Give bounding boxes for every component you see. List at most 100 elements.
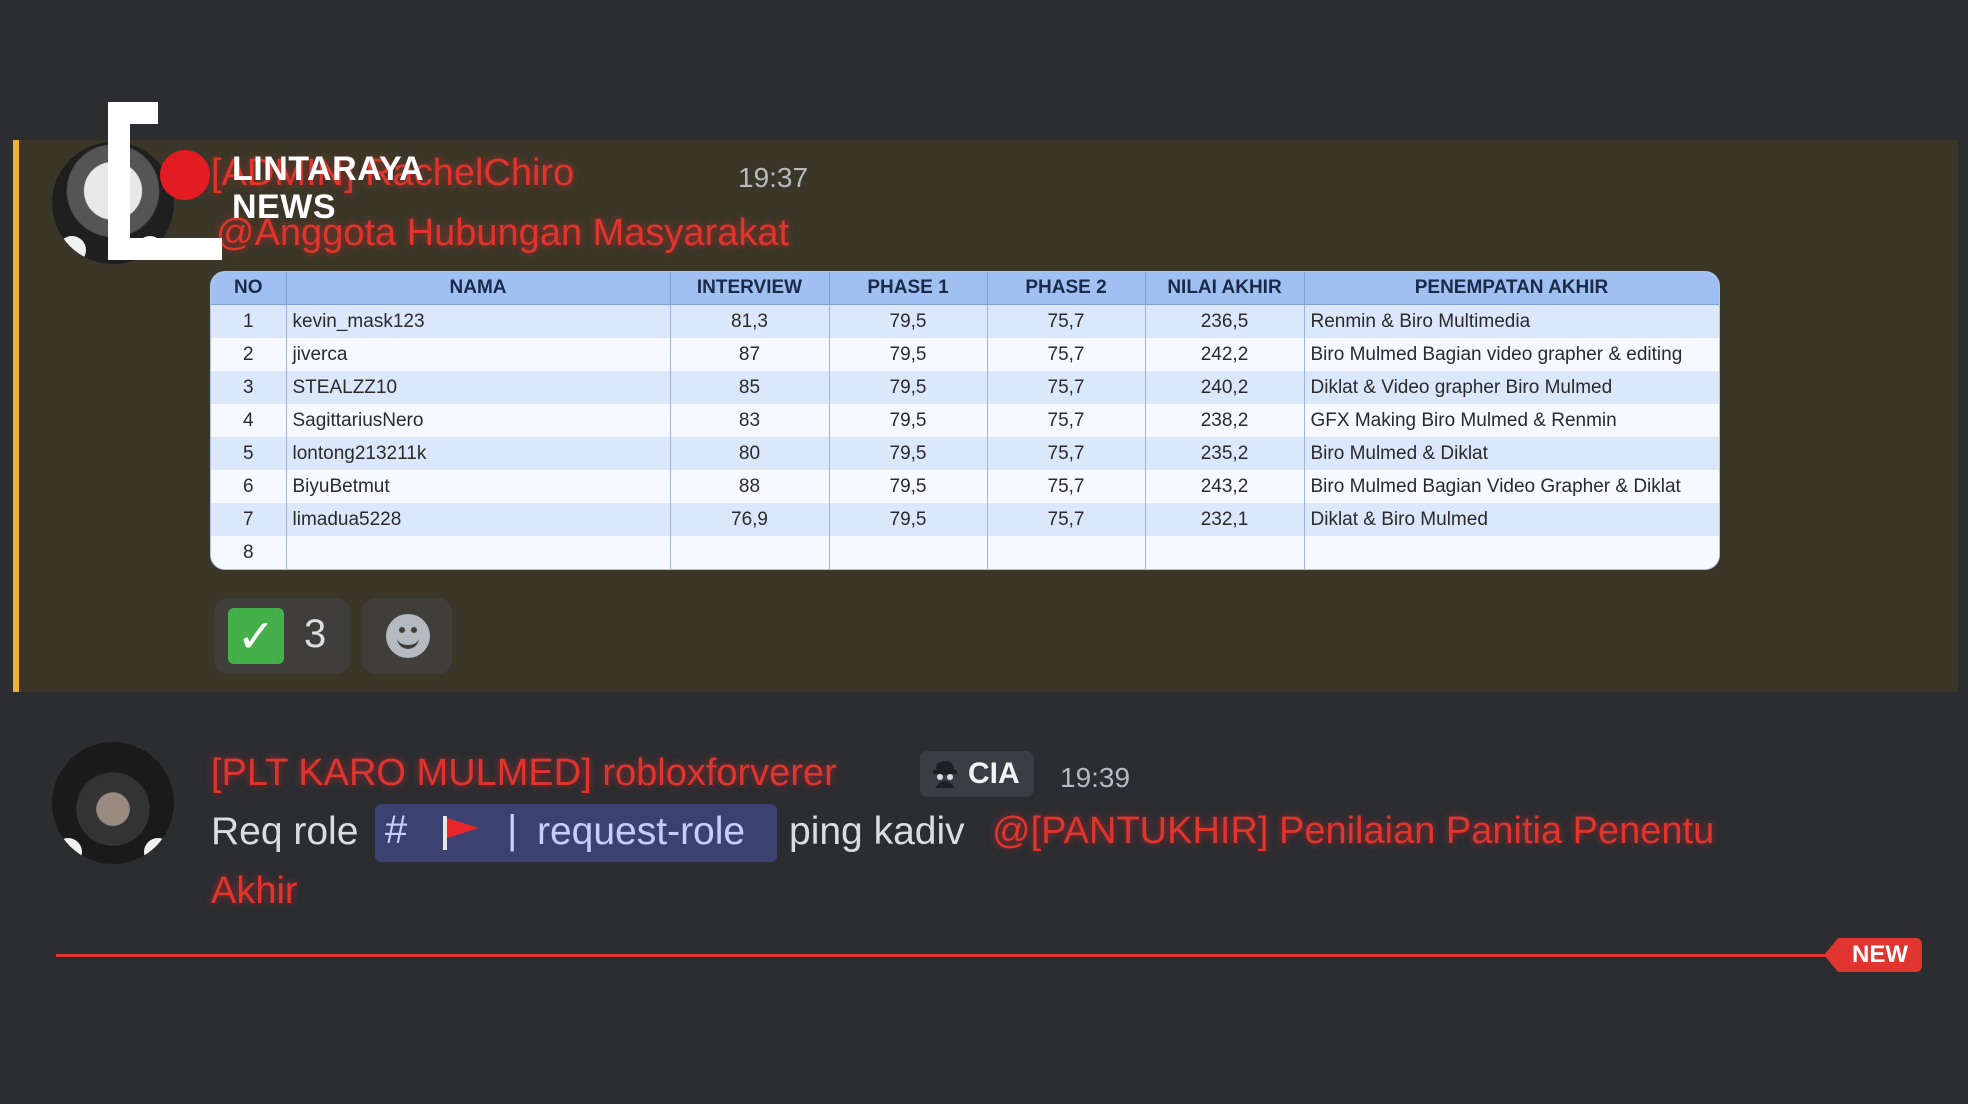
table-cell (1304, 536, 1719, 569)
table-cell: 79,5 (829, 371, 988, 404)
table-cell: jiverca (286, 338, 671, 371)
new-messages-badge: NEW (1824, 938, 1922, 972)
table-cell: 8 (211, 536, 287, 569)
table-cell: 243,2 (1145, 470, 1305, 503)
table-cell: kevin_mask123 (286, 304, 671, 338)
table-cell: 6 (211, 470, 287, 503)
table-cell (670, 536, 830, 569)
table-header-cell: NO (211, 272, 287, 305)
new-messages-divider (56, 954, 1836, 957)
table-header-cell: INTERVIEW (670, 272, 830, 305)
table-cell: STEALZZ10 (286, 371, 671, 404)
table-cell: 81,3 (670, 304, 830, 338)
table-cell: 85 (670, 371, 830, 404)
reaction-check[interactable]: ✓ 3 (214, 598, 350, 674)
role-badge[interactable]: CIA (920, 751, 1034, 797)
check-mark-icon: ✓ (228, 608, 284, 664)
results-table: NO NAMA INTERVIEW PHASE 1 PHASE 2 NILAI AKHIR… (211, 272, 1719, 569)
table-cell (987, 536, 1146, 569)
spy-icon (933, 761, 957, 788)
table-row: 2 jiverca 87 79,5 75,7 242,2 Biro Mulmed Bagia… (211, 338, 1719, 371)
table-cell: 80 (670, 437, 830, 470)
table-cell: 7 (211, 503, 287, 536)
table-cell: Biro Mulmed Bagian video grapher & editi… (1304, 338, 1719, 371)
table-cell: lontong213211k (286, 437, 671, 470)
table-cell: 75,7 (987, 304, 1146, 338)
role-mention[interactable]: @[PANTUKHIR] Penilaian Panitia Penentu (992, 810, 1714, 853)
table-row: 7 limadua5228 76,9 79,5 75,7 232,1 Diklat & Bi… (211, 503, 1719, 536)
message-text: Req role (211, 810, 359, 853)
table-cell: Biro Mulmed & Diklat (1304, 437, 1719, 470)
table-cell: SagittariusNero (286, 404, 671, 437)
table-cell: 235,2 (1145, 437, 1305, 470)
channel-separator: | (507, 808, 518, 852)
table-header-cell: NILAI AKHIR (1145, 272, 1305, 305)
table-cell: 76,9 (670, 503, 830, 536)
chat-view: [ADMIN] RachelChiro 19:37 @Anggota Hubun… (0, 0, 1968, 1104)
table-header-cell: PHASE 2 (987, 272, 1146, 305)
channel-name: request-role (537, 810, 746, 853)
table-cell: 238,2 (1145, 404, 1305, 437)
logo-text-line1: LINTARAYA (232, 150, 425, 188)
table-cell: 75,7 (987, 470, 1146, 503)
add-reaction-button[interactable] (362, 598, 452, 674)
table-cell: 232,1 (1145, 503, 1305, 536)
table-cell: 75,7 (987, 371, 1146, 404)
table-row: 4 SagittariusNero 83 79,5 75,7 238,2 GFX Makin… (211, 404, 1719, 437)
table-cell: 79,5 (829, 470, 988, 503)
channel-hash-icon: # (385, 808, 408, 852)
avatar[interactable] (52, 742, 174, 864)
red-dot-icon (160, 150, 210, 200)
table-header-row: NO NAMA INTERVIEW PHASE 1 PHASE 2 NILAI AKHIR… (211, 272, 1719, 305)
table-cell: 75,7 (987, 404, 1146, 437)
table-body: 1 kevin_mask123 81,3 79,5 75,7 236,5 Renmin & … (211, 304, 1719, 569)
table-cell: 87 (670, 338, 830, 371)
smile-icon (386, 614, 430, 658)
table-cell: 79,5 (829, 404, 988, 437)
table-cell: 242,2 (1145, 338, 1305, 371)
table-cell: 88 (670, 470, 830, 503)
badge-label: CIA (968, 757, 1020, 790)
table-row: 1 kevin_mask123 81,3 79,5 75,7 236,5 Renmin & … (211, 304, 1719, 338)
table-cell: 3 (211, 371, 287, 404)
news-logo-watermark: LINTARAYA NEWS (108, 102, 428, 262)
table-cell: 4 (211, 404, 287, 437)
table-header-cell: NAMA (286, 272, 671, 305)
table-cell: 79,5 (829, 304, 988, 338)
username[interactable]: [PLT KARO MULMED] robloxforverer (211, 752, 837, 795)
table-cell: 5 (211, 437, 287, 470)
message-timestamp[interactable]: 19:37 (738, 162, 808, 194)
table-header-cell: PHASE 1 (829, 272, 988, 305)
logo-text-line2: NEWS (232, 188, 336, 226)
table-cell: Diklat & Biro Mulmed (1304, 503, 1719, 536)
table-cell: limadua5228 (286, 503, 671, 536)
channel-mention[interactable]: # | request-role (375, 804, 777, 862)
table-cell: 2 (211, 338, 287, 371)
table-row: 6 BiyuBetmut 88 79,5 75,7 243,2 Biro Mulmed Ba… (211, 470, 1719, 503)
table-image-attachment[interactable]: NO NAMA INTERVIEW PHASE 1 PHASE 2 NILAI AKHIR… (211, 272, 1719, 569)
reaction-count: 3 (304, 612, 327, 656)
table-row: 3 STEALZZ10 85 79,5 75,7 240,2 Diklat & Video … (211, 371, 1719, 404)
table-cell (829, 536, 988, 569)
table-cell: Diklat & Video grapher Biro Mulmed (1304, 371, 1719, 404)
table-cell (286, 536, 671, 569)
message-timestamp[interactable]: 19:39 (1060, 762, 1130, 794)
role-mention-continued[interactable]: Akhir (211, 870, 298, 913)
table-cell: BiyuBetmut (286, 470, 671, 503)
table-cell: 79,5 (829, 338, 988, 371)
table-cell (1145, 536, 1305, 569)
red-flag-icon (443, 816, 479, 850)
table-cell: 79,5 (829, 437, 988, 470)
table-cell: Biro Mulmed Bagian Video Grapher & Dikla… (1304, 470, 1719, 503)
table-cell: Renmin & Biro Multimedia (1304, 304, 1719, 338)
table-cell: 1 (211, 304, 287, 338)
table-cell: 75,7 (987, 338, 1146, 371)
table-cell: 75,7 (987, 503, 1146, 536)
message-text: ping kadiv (789, 810, 965, 853)
table-cell: 236,5 (1145, 304, 1305, 338)
table-cell: 79,5 (829, 503, 988, 536)
table-header-cell: PENEMPATAN AKHIR (1304, 272, 1719, 305)
table-cell: GFX Making Biro Mulmed & Renmin (1304, 404, 1719, 437)
table-row: 5 lontong213211k 80 79,5 75,7 235,2 Biro Mulme… (211, 437, 1719, 470)
table-row: 8 (211, 536, 1719, 569)
